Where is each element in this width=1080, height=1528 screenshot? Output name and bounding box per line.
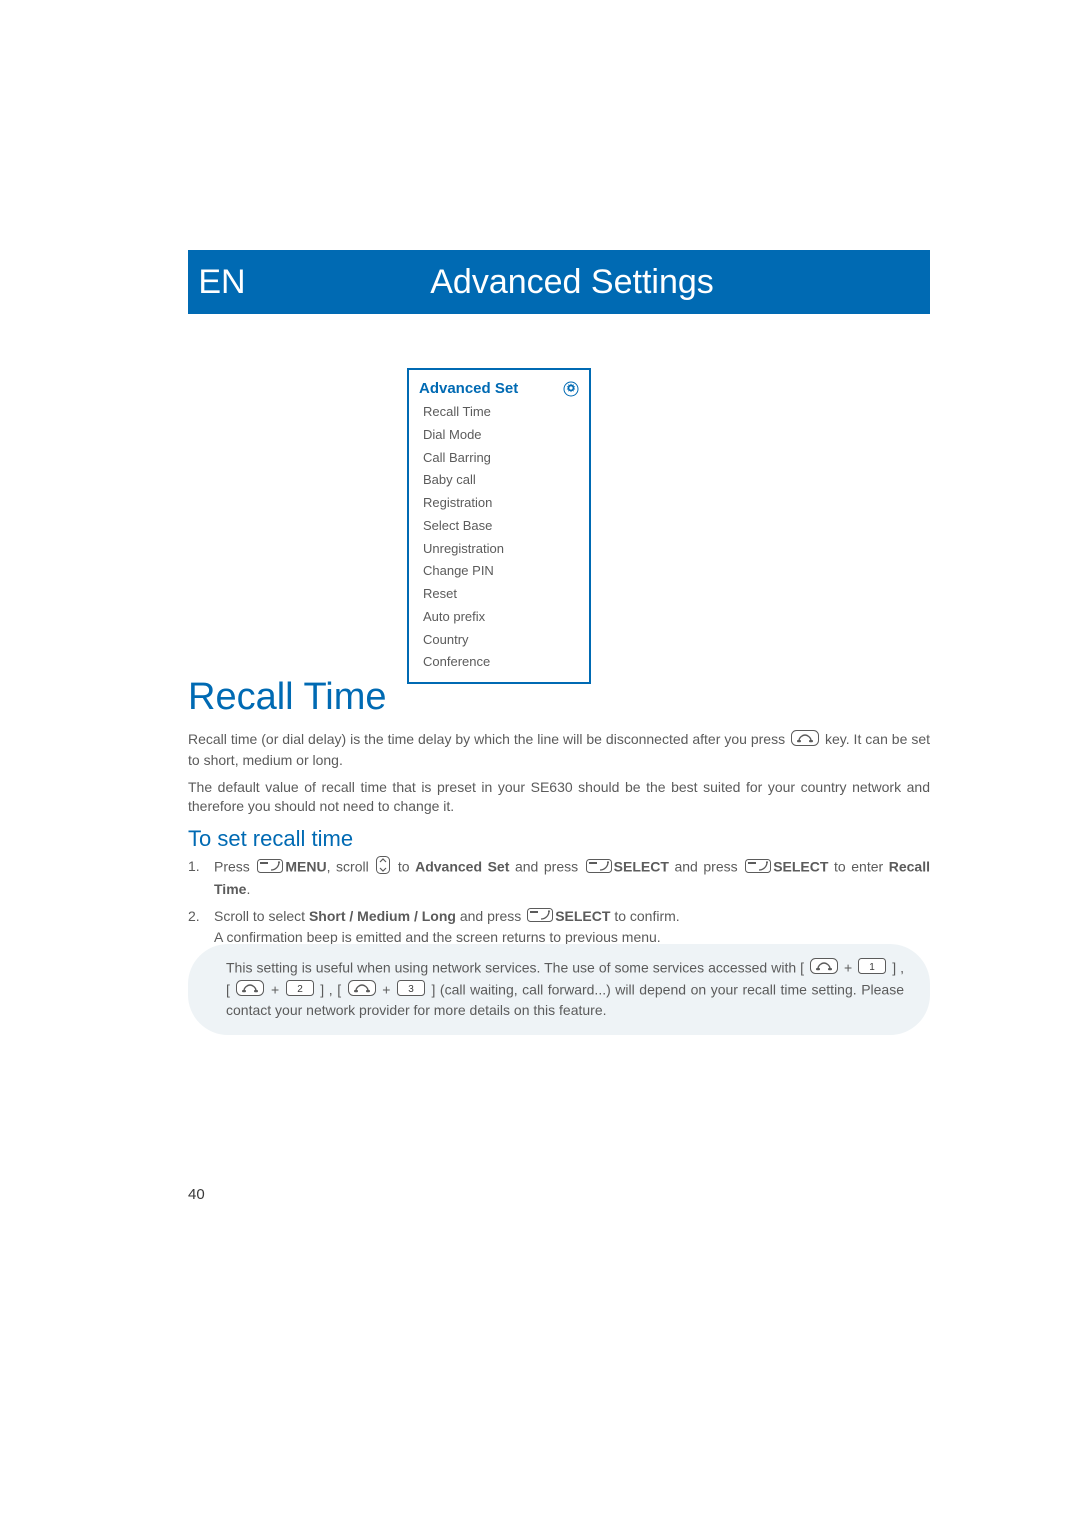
select-keyword: SELECT [614, 858, 669, 874]
svg-text:3: 3 [408, 984, 414, 995]
softkey-icon [745, 858, 771, 878]
key-3-icon: 3 [397, 980, 425, 1002]
talk-key-icon [791, 730, 819, 751]
step-body: Press MENU, scroll to Advanced Set and p… [214, 856, 930, 900]
tip-box-network-services: This setting is useful when using networ… [188, 944, 930, 1035]
text: Recall time (or dial delay) is the time … [188, 731, 789, 747]
text: to [392, 858, 415, 874]
text: Scroll to select [214, 908, 309, 924]
text: and press [456, 908, 525, 924]
menu-title: Advanced Set [419, 380, 518, 397]
language-code: EN [188, 250, 256, 314]
header-title: Advanced Settings [274, 263, 930, 302]
key-1-icon: 1 [858, 958, 886, 980]
menu-item: Change PIN [423, 560, 579, 583]
step-1: 1. Press MENU, scroll to Advanced Set an… [188, 856, 930, 900]
text: , scroll [327, 858, 375, 874]
menu-item: Registration [423, 492, 579, 515]
menu-item: Call Barring [423, 447, 579, 470]
step-body: Scroll to select Short / Medium / Long a… [214, 906, 930, 948]
key-2-icon: 2 [286, 980, 314, 1002]
talk-key-icon [348, 980, 376, 1002]
gear-icon [563, 381, 579, 397]
step-number: 1. [188, 856, 214, 900]
step-number: 2. [188, 906, 214, 948]
text: + [266, 981, 283, 997]
text: Press [214, 858, 255, 874]
svg-text:2: 2 [297, 984, 303, 995]
step-2: 2. Scroll to select Short / Medium / Lon… [188, 906, 930, 948]
text: + [378, 981, 395, 997]
text: and press [509, 858, 583, 874]
menu-item: Select Base [423, 515, 579, 538]
text: . [246, 881, 250, 897]
header-bar: EN Advanced Settings [188, 250, 930, 314]
select-keyword: SELECT [773, 858, 828, 874]
advanced-set-keyword: Advanced Set [415, 858, 509, 874]
text: + [840, 960, 856, 976]
section-title-recall-time: Recall Time [188, 676, 387, 719]
menu-title-row: Advanced Set [419, 380, 579, 397]
paragraph-recall-intro: Recall time (or dial delay) is the time … [188, 730, 930, 770]
steps-list: 1. Press MENU, scroll to Advanced Set an… [188, 856, 930, 953]
softkey-icon [527, 907, 553, 927]
menu-item: Reset [423, 583, 579, 606]
text: ] , [ [316, 981, 346, 997]
select-keyword: SELECT [555, 908, 610, 924]
page-number: 40 [188, 1186, 205, 1203]
menu-item: Auto prefix [423, 606, 579, 629]
text: A confirmation beep is emitted and the s… [214, 929, 661, 945]
menu-item: Recall Time [423, 401, 579, 424]
menu-item: Baby call [423, 469, 579, 492]
text: to enter [828, 858, 888, 874]
menu-item: Dial Mode [423, 424, 579, 447]
text: and press [669, 858, 743, 874]
text: to confirm. [610, 908, 679, 924]
talk-key-icon [236, 980, 264, 1002]
svg-text:1: 1 [869, 962, 875, 973]
menu-keyword: MENU [285, 858, 326, 874]
softkey-icon [586, 858, 612, 878]
scroll-key-icon [376, 856, 390, 879]
menu-list: Recall Time Dial Mode Call Barring Baby … [419, 401, 579, 674]
page: EN Advanced Settings Advanced Set Recall… [0, 0, 1080, 1528]
softkey-icon [257, 858, 283, 878]
options-keyword: Short / Medium / Long [309, 908, 456, 924]
menu-item: Conference [423, 651, 579, 674]
paragraph-recall-default: The default value of recall time that is… [188, 778, 930, 816]
subheading-set-recall-time: To set recall time [188, 826, 353, 852]
text: This setting is useful when using networ… [226, 960, 808, 976]
talk-key-icon [810, 958, 838, 980]
menu-item: Unregistration [423, 538, 579, 561]
menu-item: Country [423, 629, 579, 652]
advanced-set-menu-box: Advanced Set Recall Time Dial Mode Call … [407, 368, 591, 684]
